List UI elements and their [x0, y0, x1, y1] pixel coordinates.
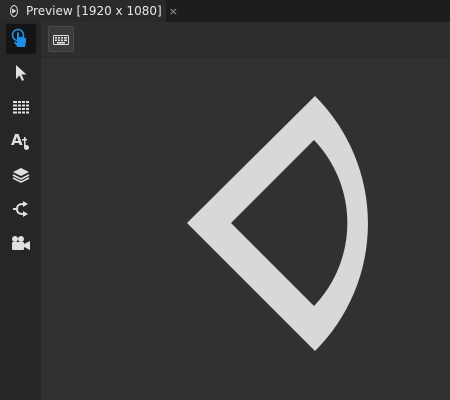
text-tool-button[interactable]: A	[6, 126, 36, 156]
layers-icon	[12, 167, 30, 183]
sector-shape	[187, 96, 368, 351]
tool-sidebar: A	[0, 22, 41, 400]
svg-text:A: A	[11, 131, 23, 149]
play-circle-icon[interactable]	[10, 5, 18, 17]
preview-window: Preview [1920 x 1080] × A	[0, 0, 450, 400]
preview-canvas[interactable]	[41, 58, 450, 400]
grid-table-icon	[12, 100, 30, 114]
keyboard-button[interactable]	[48, 26, 74, 52]
arrow-cursor-icon	[14, 64, 28, 82]
text-style-icon: A	[11, 131, 31, 151]
layers-tool-button[interactable]	[6, 160, 36, 190]
connect-arrow-icon	[12, 201, 30, 217]
preview-toolbar	[41, 22, 450, 58]
interact-tool-button[interactable]	[6, 24, 36, 54]
close-icon[interactable]: ×	[169, 6, 178, 17]
tab-title: Preview [1920 x 1080]	[26, 4, 162, 18]
tab-bar: Preview [1920 x 1080] ×	[0, 0, 450, 22]
select-tool-button[interactable]	[6, 58, 36, 88]
video-camera-icon	[11, 235, 31, 251]
camera-tool-button[interactable]	[6, 228, 36, 258]
connect-tool-button[interactable]	[6, 194, 36, 224]
tab-preview[interactable]: Preview [1920 x 1080] ×	[0, 0, 178, 22]
pointer-hand-icon	[11, 28, 31, 50]
grid-tool-button[interactable]	[6, 92, 36, 122]
keyboard-icon	[53, 30, 69, 49]
